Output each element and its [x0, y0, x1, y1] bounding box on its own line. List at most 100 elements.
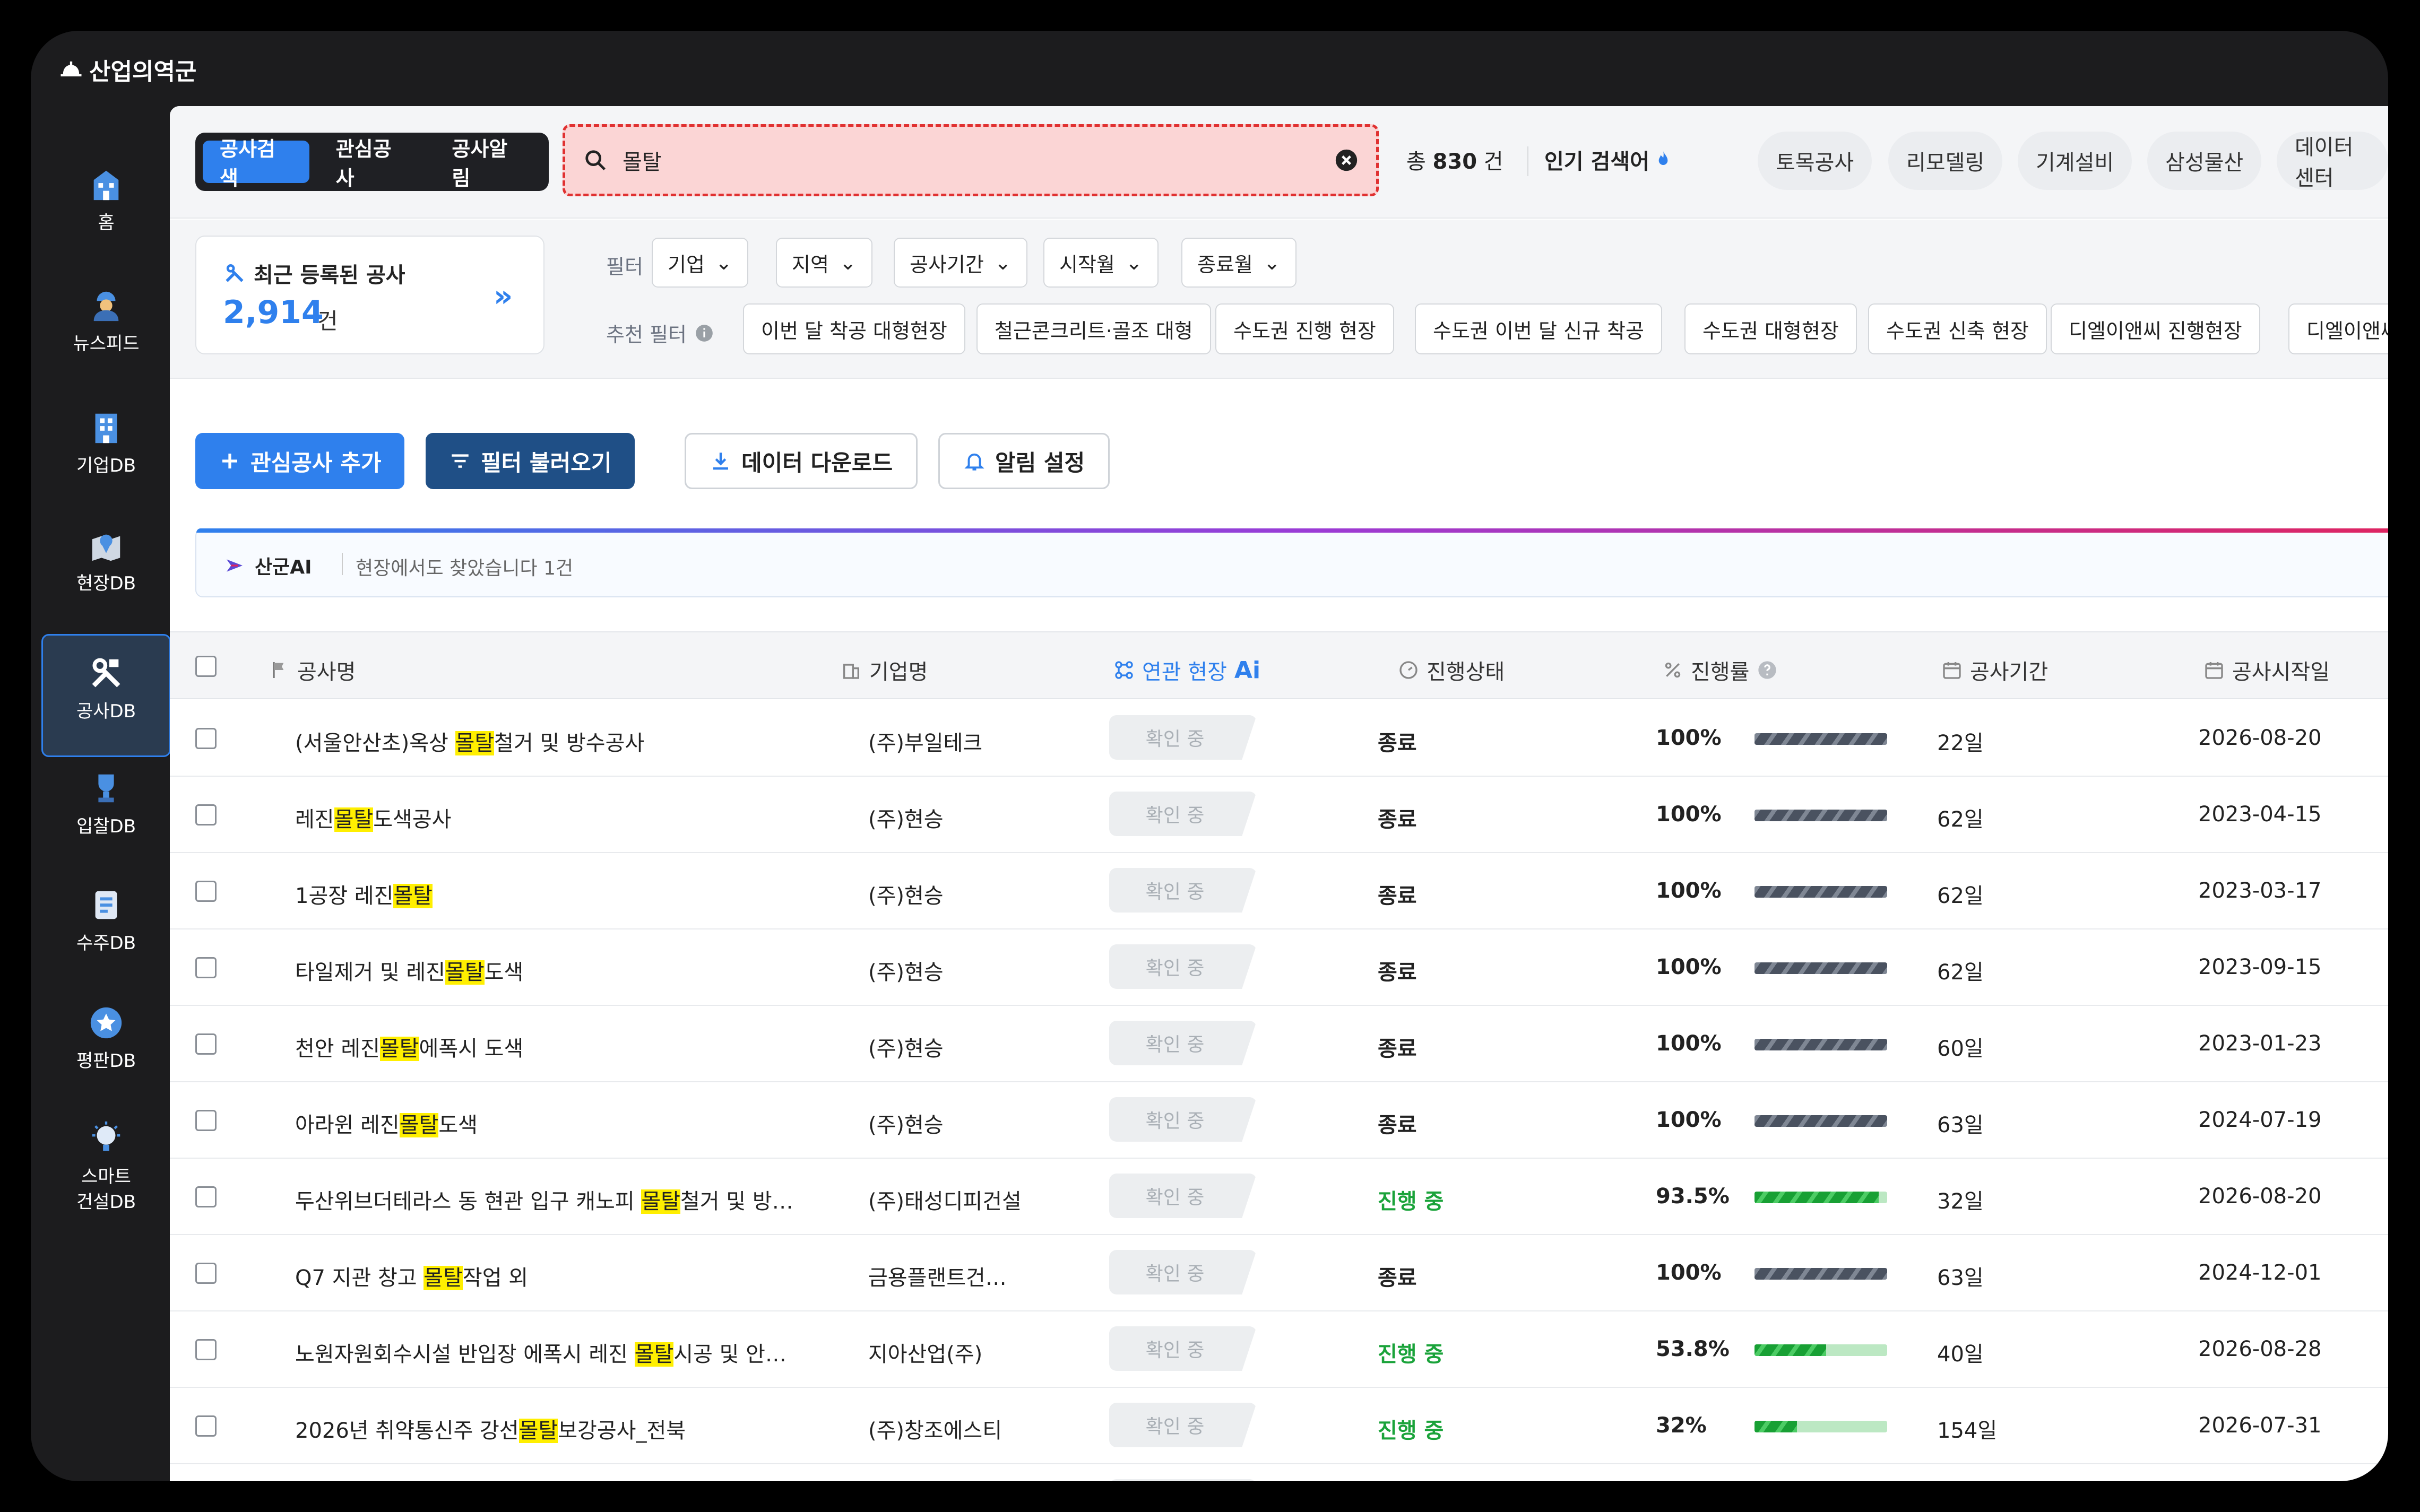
logo[interactable]: 산업의역군: [57, 51, 196, 88]
select-all-checkbox[interactable]: [195, 656, 217, 677]
table-row[interactable]: 두산위브더테라스 동 현관 입구 캐노피 몰탈철거 및 방… (주)태성디피건설 확…: [170, 1159, 2388, 1235]
info-icon[interactable]: [694, 323, 714, 343]
sidebar-item-newsfeed[interactable]: 뉴스피드: [41, 287, 171, 372]
company-name[interactable]: (주)현승: [868, 955, 944, 986]
alert-settings-button[interactable]: 알림 설정: [938, 433, 1110, 489]
company-name[interactable]: (주)창조에스티: [868, 1413, 1002, 1444]
load-filter-button[interactable]: 필터 불러오기: [426, 433, 635, 489]
app-window: 산업의역군 홈 뉴스피드 기업DB 현장DB 공사DB 입찰DB 수주DB 평판…: [31, 31, 2388, 1481]
table-row[interactable]: 2026년 취약통신주 강선몰탈보강공사_전북 (주)창조에스티 확인 중 진행 중 3…: [170, 1388, 2388, 1464]
column-header-period[interactable]: 공사기간: [1941, 655, 2048, 685]
column-header-related-site[interactable]: 연관 현장 Ai: [1113, 655, 1260, 685]
row-checkbox[interactable]: [195, 957, 217, 978]
tab-construction-alerts[interactable]: 공사알림: [435, 137, 541, 190]
table-row[interactable]: 1공장 레진몰탈 (주)현승 확인 중 종료 100% 62일 2023-03-17: [170, 853, 2388, 929]
construction-name[interactable]: 두산위브더테라스 동 현관 입구 캐노피 몰탈철거 및 방…: [295, 1184, 793, 1215]
download-data-button[interactable]: 데이터 다운로드: [685, 433, 918, 489]
row-checkbox[interactable]: [195, 1110, 217, 1131]
construction-name[interactable]: 천안 레진몰탈에폭시 도색: [295, 1031, 523, 1062]
company-name[interactable]: (주)현승: [868, 879, 944, 909]
double-chevron-right-icon[interactable]: »: [494, 279, 513, 314]
add-favorite-button[interactable]: 관심공사 추가: [195, 433, 405, 489]
construction-name[interactable]: Q7 지관 창고 몰탈작업 외: [295, 1261, 528, 1291]
sidebar-item-order-db[interactable]: 수주DB: [41, 887, 171, 971]
row-checkbox[interactable]: [195, 1033, 217, 1055]
popular-keyword-chip[interactable]: 토목공사: [1758, 132, 1872, 190]
company-name[interactable]: (주)부일테크: [868, 726, 982, 757]
clear-search-icon[interactable]: [1335, 149, 1358, 172]
column-header-company[interactable]: 기업명: [841, 655, 928, 685]
popular-keyword-chip[interactable]: 삼성물산: [2147, 132, 2262, 190]
construction-name[interactable]: 레진몰탈도색공사: [295, 802, 451, 833]
column-header-start-date[interactable]: 공사시작일: [2203, 655, 2330, 685]
table-row[interactable]: 노원자원회수시설 반입장 에폭시 레진 몰탈시공 및 안… 지아산업(주) 확인 중…: [170, 1311, 2388, 1388]
company-name[interactable]: (주)현승: [868, 1031, 944, 1062]
filter-select-region[interactable]: 지역 ⌄: [776, 238, 872, 288]
status-badge: 종료: [1378, 1113, 1417, 1137]
column-header-status[interactable]: 진행상태: [1398, 655, 1505, 685]
tab-construction-search[interactable]: 공사검색: [203, 137, 309, 190]
table-row[interactable]: (서울안산초)옥상 몰탈철거 및 방수공사 (주)부일테크 확인 중 종료 100% 22…: [170, 700, 2388, 777]
recommend-filter-chip[interactable]: 이번 달 착공 대형현장: [743, 303, 965, 354]
ai-suggestion-bar[interactable]: 산군AI 현장에서도 찾았습니다 1건: [195, 528, 2388, 597]
popular-keyword-chip[interactable]: 데이터센터: [2277, 132, 2388, 190]
company-name[interactable]: 금용플랜트건…: [868, 1261, 1007, 1291]
construction-name[interactable]: (서울안산초)옥상 몰탈철거 및 방수공사: [295, 726, 644, 757]
popular-keyword-chip[interactable]: 리모델링: [1888, 132, 2003, 190]
name-suffix: 보강공사_전북: [558, 1419, 686, 1443]
sidebar-item-smart-construction-db[interactable]: 스마트 건설DB: [41, 1120, 171, 1242]
row-checkbox[interactable]: [195, 1415, 217, 1437]
recommend-filter-chip[interactable]: 수도권 대형현장: [1684, 303, 1857, 354]
column-header-progress[interactable]: 진행률: [1662, 655, 1778, 685]
recommend-filter-chip[interactable]: 수도권 이번 달 신규 착공: [1415, 303, 1662, 354]
company-name[interactable]: (주)현승: [868, 1108, 944, 1139]
filter-select-end-month[interactable]: 종료월 ⌄: [1181, 238, 1297, 288]
filter-select-company[interactable]: 기업 ⌄: [652, 238, 748, 288]
status-badge: 진행 중: [1378, 1419, 1444, 1443]
table-row[interactable]: 레진몰탈도색공사 (주)현승 확인 중 종료 100% 62일 2023-04-15: [170, 777, 2388, 853]
filter-select-period[interactable]: 공사기간 ⌄: [894, 238, 1027, 288]
sidebar-item-construction-db[interactable]: 공사DB: [41, 634, 171, 757]
construction-name[interactable]: 노원자원회수시설 반입장 에폭시 레진 몰탈시공 및 안…: [295, 1337, 786, 1368]
recommend-filter-chip[interactable]: 수도권 진행 현장: [1215, 303, 1394, 354]
tab-favorite-construction[interactable]: 관심공사: [319, 137, 426, 190]
table-row[interactable]: 천안 레진몰탈에폭시 도색 (주)현승 확인 중 종료 100% 60일 2023-01-2…: [170, 1006, 2388, 1082]
sidebar-item-bid-db[interactable]: 입찰DB: [41, 770, 171, 855]
company-name[interactable]: 지아산업(주): [868, 1337, 982, 1368]
recommend-filter-chip[interactable]: 철근콘크리트·골조 대형: [976, 303, 1211, 354]
row-checkbox[interactable]: [195, 1263, 217, 1284]
row-checkbox[interactable]: [195, 804, 217, 825]
recommend-filter-chip[interactable]: 디엘이앤씨 이: [2288, 303, 2388, 354]
row-checkbox[interactable]: [195, 1339, 217, 1360]
construction-name[interactable]: 2026년 취약통신주 강선몰탈보강공사_전북: [295, 1413, 686, 1444]
table-row[interactable]: 아라윈 레진몰탈도색 (주)현승 확인 중 종료 100% 63일 2024-07-19: [170, 1082, 2388, 1159]
filter-select-label: 시작월: [1059, 253, 1115, 276]
row-checkbox[interactable]: [195, 728, 217, 749]
company-name[interactable]: (주)현승: [868, 802, 944, 833]
recent-construction-card[interactable]: 최근 등록된 공사 2,914 건 »: [195, 236, 544, 354]
sidebar-item-label: 입찰DB: [76, 816, 136, 837]
recommend-filter-chip[interactable]: 수도권 신축 현장: [1868, 303, 2047, 354]
help-icon[interactable]: [1757, 659, 1778, 681]
sidebar-item-company-db[interactable]: 기업DB: [41, 409, 171, 494]
filter-select-start-month[interactable]: 시작월 ⌄: [1043, 238, 1159, 288]
construction-name[interactable]: 아라윈 레진몰탈도색: [295, 1108, 478, 1139]
construction-name[interactable]: 타일제거 및 레진몰탈도색: [295, 955, 523, 986]
sidebar-item-site-db[interactable]: 현장DB: [41, 527, 171, 612]
company-name[interactable]: (주)태성디피건설: [868, 1184, 1022, 1215]
table-row[interactable]: Q7 지관 창고 몰탈작업 외 금용플랜트건… 확인 중 종료 100% 63일 2024-…: [170, 1235, 2388, 1311]
recommend-filter-chip[interactable]: 디엘이앤씨 진행현장: [2051, 303, 2260, 354]
total-number: 830: [1432, 150, 1477, 174]
search-input[interactable]: 몰탈: [623, 145, 1335, 176]
popular-keyword-chip[interactable]: 기계설비: [2018, 132, 2132, 190]
sidebar-item-reputation-db[interactable]: 평판DB: [41, 1004, 171, 1089]
search-box[interactable]: 몰탈: [563, 124, 1379, 196]
sidebar-item-home[interactable]: 홈: [41, 166, 171, 251]
download-data-label: 데이터 다운로드: [741, 449, 893, 476]
table-row[interactable]: 2026년 OSP 취약시설 강선몰탈보강 총액단가공사(주)창조에스티확인 중…: [170, 1464, 2388, 1481]
table-row[interactable]: 타일제거 및 레진몰탈도색 (주)현승 확인 중 종료 100% 62일 2023-09-1…: [170, 929, 2388, 1006]
construction-name[interactable]: 1공장 레진몰탈: [295, 879, 433, 909]
row-checkbox[interactable]: [195, 881, 217, 902]
column-header-name[interactable]: 공사명: [269, 655, 356, 685]
row-checkbox[interactable]: [195, 1186, 217, 1207]
